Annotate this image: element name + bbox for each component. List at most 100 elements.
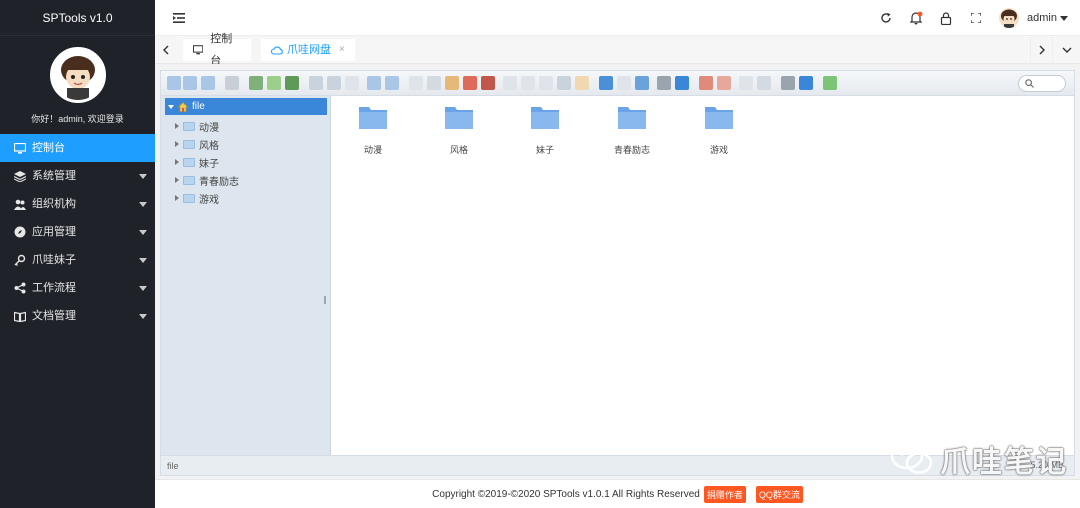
caret-right-icon bbox=[175, 177, 179, 183]
tree-node-label: 游戏 bbox=[199, 194, 219, 206]
properties-icon[interactable] bbox=[675, 76, 689, 90]
help-icon[interactable] bbox=[799, 76, 813, 90]
sidebar-item-java-girls[interactable]: 爪哇妹子 bbox=[0, 246, 155, 274]
folder-icon bbox=[531, 107, 559, 129]
duplicate-icon[interactable] bbox=[503, 76, 517, 90]
chevron-right-icon[interactable] bbox=[1030, 36, 1052, 64]
reload-icon[interactable] bbox=[225, 76, 239, 90]
lock-icon[interactable] bbox=[931, 0, 961, 36]
copy-icon[interactable] bbox=[409, 76, 423, 90]
folder-icon bbox=[183, 121, 195, 131]
folder-icon bbox=[183, 157, 195, 167]
info-icon[interactable] bbox=[327, 76, 341, 90]
caret-right-icon bbox=[175, 123, 179, 129]
chevron-down-icon bbox=[139, 174, 147, 179]
tree-node[interactable]: 游戏 bbox=[175, 189, 219, 207]
rename-icon[interactable] bbox=[521, 76, 535, 90]
extract-icon[interactable] bbox=[575, 76, 589, 90]
paste-icon[interactable] bbox=[445, 76, 459, 90]
sidebar-item-documents[interactable]: 文档管理 bbox=[0, 302, 155, 330]
places-icon[interactable] bbox=[757, 76, 771, 90]
upload-icon[interactable] bbox=[267, 76, 281, 90]
preview-icon[interactable] bbox=[657, 76, 671, 90]
username: admin bbox=[1027, 12, 1057, 24]
cut-icon[interactable] bbox=[427, 76, 441, 90]
folder-icon bbox=[183, 193, 195, 203]
folder-item[interactable]: 风格 bbox=[429, 104, 489, 156]
download-icon[interactable] bbox=[249, 76, 263, 90]
tree-node[interactable]: 青春励志 bbox=[175, 171, 239, 189]
chevron-down-icon bbox=[139, 230, 147, 235]
chevron-down-icon[interactable] bbox=[1052, 36, 1080, 64]
refresh-icon[interactable] bbox=[871, 0, 901, 36]
compass-icon bbox=[14, 226, 26, 238]
sidebar-item-dashboard[interactable]: 控制台 bbox=[0, 134, 155, 162]
tab-label: 爪哇网盘 bbox=[287, 44, 331, 56]
back-icon[interactable] bbox=[167, 76, 181, 90]
expand-icon[interactable] bbox=[823, 76, 837, 90]
fullscreen-panel-icon[interactable] bbox=[739, 76, 753, 90]
tree-node[interactable]: 妹子 bbox=[175, 153, 219, 171]
resize-icon[interactable] bbox=[557, 76, 571, 90]
user-menu[interactable]: admin bbox=[991, 8, 1080, 28]
tab-java-netdisk[interactable]: 爪哇网盘 × bbox=[261, 39, 355, 61]
tree-node-label: 动漫 bbox=[199, 122, 219, 134]
caret-right-icon bbox=[175, 159, 179, 165]
layers-icon bbox=[14, 170, 26, 182]
menu-toggle-icon[interactable] bbox=[171, 10, 187, 26]
cloud-icon bbox=[271, 45, 283, 55]
splitter-handle[interactable] bbox=[324, 296, 326, 304]
sidebar-item-label: 爪哇妹子 bbox=[32, 254, 76, 266]
save-icon[interactable] bbox=[285, 76, 299, 90]
notification-icon[interactable] bbox=[901, 0, 931, 36]
sidebar-item-label: 系统管理 bbox=[32, 170, 76, 182]
folder-item[interactable]: 青春励志 bbox=[602, 104, 662, 156]
folder-item[interactable]: 游戏 bbox=[689, 104, 749, 156]
caret-down-icon bbox=[168, 104, 174, 109]
tab-dashboard[interactable]: 控制台 bbox=[183, 33, 251, 67]
undo-icon[interactable] bbox=[367, 76, 381, 90]
status-path: file bbox=[167, 460, 179, 471]
folder-icon bbox=[183, 175, 195, 185]
qq-group-button[interactable]: QQ群交流 bbox=[755, 485, 803, 503]
users-icon bbox=[14, 198, 26, 210]
folder-item[interactable]: 动漫 bbox=[343, 104, 403, 156]
monitor-icon bbox=[193, 45, 204, 55]
grid-view-icon[interactable] bbox=[599, 76, 613, 90]
sidebar-item-organization[interactable]: 组织机构 bbox=[0, 190, 155, 218]
folder-name: 妹子 bbox=[535, 145, 554, 155]
folder-name: 动漫 bbox=[363, 145, 382, 155]
sidebar-item-workflow[interactable]: 工作流程 bbox=[0, 274, 155, 302]
sidebar-item-apps[interactable]: 应用管理 bbox=[0, 218, 155, 246]
up-icon[interactable] bbox=[201, 76, 215, 90]
sort-icon[interactable] bbox=[635, 76, 649, 90]
folder-icon bbox=[183, 139, 195, 149]
redo-icon[interactable] bbox=[385, 76, 399, 90]
forward-icon[interactable] bbox=[183, 76, 197, 90]
delete-icon[interactable] bbox=[463, 76, 477, 90]
folder-name: 风格 bbox=[449, 145, 468, 155]
chevron-down-icon bbox=[139, 258, 147, 263]
edit-icon[interactable] bbox=[539, 76, 553, 90]
chevron-left-icon[interactable] bbox=[155, 36, 177, 64]
sidebar-item-system[interactable]: 系统管理 bbox=[0, 162, 155, 190]
open-icon[interactable] bbox=[309, 76, 323, 90]
folder-tree: file 动漫 风格 妹子 青春励志 游戏 bbox=[161, 96, 331, 456]
archive-icon[interactable] bbox=[699, 76, 713, 90]
list-view-icon[interactable] bbox=[617, 76, 631, 90]
fullscreen-icon[interactable] bbox=[961, 0, 991, 36]
tree-root[interactable]: file bbox=[165, 98, 327, 115]
trash-icon[interactable] bbox=[481, 76, 495, 90]
select-icon[interactable] bbox=[345, 76, 359, 90]
settings-icon[interactable] bbox=[781, 76, 795, 90]
donate-button[interactable]: 捐赠作者 bbox=[703, 485, 746, 503]
folder-icon bbox=[618, 107, 646, 129]
tree-node[interactable]: 风格 bbox=[175, 135, 219, 153]
close-icon[interactable]: × bbox=[339, 39, 345, 61]
greeting-text: 你好！admin, 欢迎登录 bbox=[31, 114, 124, 124]
folder-item[interactable]: 妹子 bbox=[515, 104, 575, 156]
search-input[interactable] bbox=[1018, 75, 1066, 92]
unarchive-icon[interactable] bbox=[717, 76, 731, 90]
tree-node[interactable]: 动漫 bbox=[175, 117, 219, 135]
avatar[interactable] bbox=[49, 47, 106, 103]
